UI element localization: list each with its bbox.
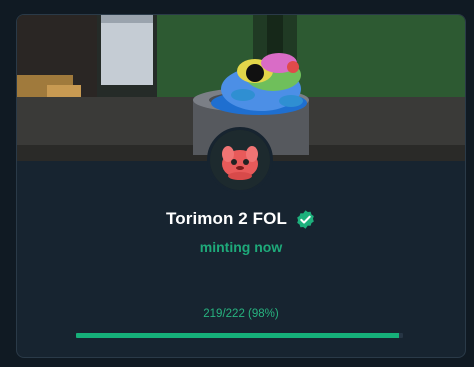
collection-card[interactable]: Torimon 2 FOL minting now 219/222 (98%) xyxy=(16,14,466,358)
mint-progress-label: 219/222 (98%) xyxy=(203,308,279,320)
mint-progress-bar xyxy=(76,333,403,338)
mint-progress-fill xyxy=(76,333,399,338)
avatar-creature-icon xyxy=(210,130,270,190)
collection-title: Torimon 2 FOL xyxy=(166,209,287,228)
title-row: Torimon 2 FOL xyxy=(17,207,465,231)
verified-badge-icon xyxy=(295,209,316,230)
minting-status: minting now xyxy=(199,239,283,255)
collection-avatar xyxy=(207,127,273,193)
